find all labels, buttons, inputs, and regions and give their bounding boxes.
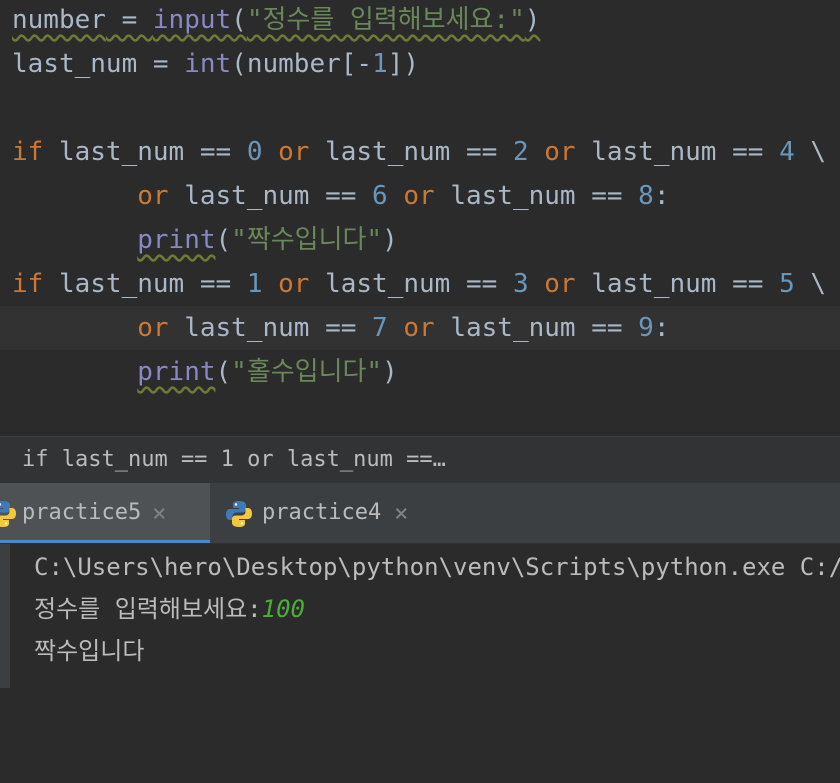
code-token: or [528,269,576,299]
code-token: 9 [638,313,654,343]
code-token: or [137,313,169,343]
code-line[interactable]: number = input("정수를 입력해보세요:") [0,0,840,42]
code-token: number [12,5,106,35]
code-token: 6 [372,181,388,211]
console-prompt: 정수를 입력해보세요: [34,595,262,623]
code-line-content: or last_num == 6 or last_num == 8: [12,174,669,218]
code-token: \ [794,137,827,167]
code-line[interactable]: if last_num == 1 or last_num == 3 or las… [0,262,840,306]
code-token: last_num == [434,313,639,343]
code-token: last_num == [434,181,639,211]
code-line[interactable]: or last_num == 6 or last_num == 8: [0,174,840,218]
code-token: print [137,225,216,255]
code-line[interactable]: last_num = int(number[-1]) [0,42,840,86]
code-line-content: number = input("정수를 입력해보세요:") [12,0,540,42]
python-icon [226,501,252,527]
tab-label: practice5 [22,500,142,525]
code-line[interactable]: print("짝수입니다") [0,218,840,262]
code-line[interactable]: or last_num == 7 or last_num == 9: [0,306,840,350]
code-line-content: if last_num == 1 or last_num == 3 or las… [12,262,826,306]
code-line[interactable]: if last_num == 0 or last_num == 2 or las… [0,130,840,174]
close-icon[interactable]: × [394,483,408,543]
console-output-line: 짝수입니다 [34,637,145,665]
python-icon [0,501,16,527]
code-token: last_num == [309,269,513,299]
tab-practice4[interactable]: practice4 × [222,483,422,543]
code-token: ( [215,225,232,255]
close-icon[interactable]: × [152,483,166,543]
breadcrumb[interactable]: if last_num == 1 or last_num ==… [0,436,840,483]
tab-practice5[interactable]: practice5 × [0,483,210,543]
code-line[interactable] [0,86,840,130]
code-line-content: last_num = int(number[-1]) [12,42,419,86]
code-token: last_num == [309,137,513,167]
code-line-content: print("홀수입니다") [12,350,398,394]
code-token: ) [382,225,398,255]
code-token: 7 [372,313,388,343]
code-token: 5 [779,269,795,299]
code-token: : [653,313,670,343]
code-token: last_num == [43,269,247,299]
code-token: if [12,269,44,299]
code-token: or [387,181,435,211]
code-token: : [653,181,670,211]
code-token: (number[- [231,49,373,79]
code-line-content: or last_num == 7 or last_num == 9: [12,306,669,350]
code-line-content: if last_num == 0 or last_num == 2 or las… [12,130,826,174]
code-token: ]) [387,49,420,79]
code-token: or [262,137,310,167]
run-tab-bar: practice5 × practice4 × [0,483,840,544]
tab-label: practice4 [262,500,382,525]
code-token: ( [231,5,247,35]
code-token: if [12,137,44,167]
breadcrumb-text: if last_num == 1 or last_num ==… [22,447,446,472]
code-token: or [528,137,576,167]
console-prompt-line: 정수를 입력해보세요:100 [34,588,840,630]
code-token: "홀수입니다" [231,357,383,387]
code-token: ) [524,5,541,35]
code-token: 1 [246,269,263,299]
code-editor[interactable]: number = input("정수를 입력해보세요:") last_num = … [0,0,840,436]
code-token: ) [382,357,398,387]
code-token: last_num == [575,269,780,299]
code-token: ( [215,357,232,387]
code-token: "정수를 입력해보세요:" [246,5,525,35]
code-token: last_num == [168,181,373,211]
code-token: \ [794,269,827,299]
code-token: 2 [512,137,529,167]
code-token: last_num == [168,313,373,343]
code-token: last_num == [43,137,247,167]
code-token: or [262,269,310,299]
code-line[interactable]: print("홀수입니다") [0,350,840,394]
code-token: 0 [246,137,263,167]
code-token: or [137,181,169,211]
code-token: = [137,49,185,79]
code-token: 8 [638,181,654,211]
console-user-input: 100 [261,595,305,623]
run-console[interactable]: C:\Users\hero\Desktop\python\venv\Script… [0,544,840,688]
code-token: 1 [372,49,388,79]
code-token: last_num [12,49,138,79]
code-token: input [152,5,232,35]
code-token: "짝수입니다" [231,225,383,255]
code-token: print [137,357,216,387]
code-token: or [387,313,435,343]
code-token: = [105,5,153,35]
code-token: 3 [512,269,529,299]
code-token: 4 [779,137,795,167]
code-line-content: print("짝수입니다") [12,218,398,262]
console-command-line: C:\Users\hero\Desktop\python\venv\Script… [34,553,840,581]
code-token: last_num == [575,137,780,167]
code-token: int [184,49,232,79]
